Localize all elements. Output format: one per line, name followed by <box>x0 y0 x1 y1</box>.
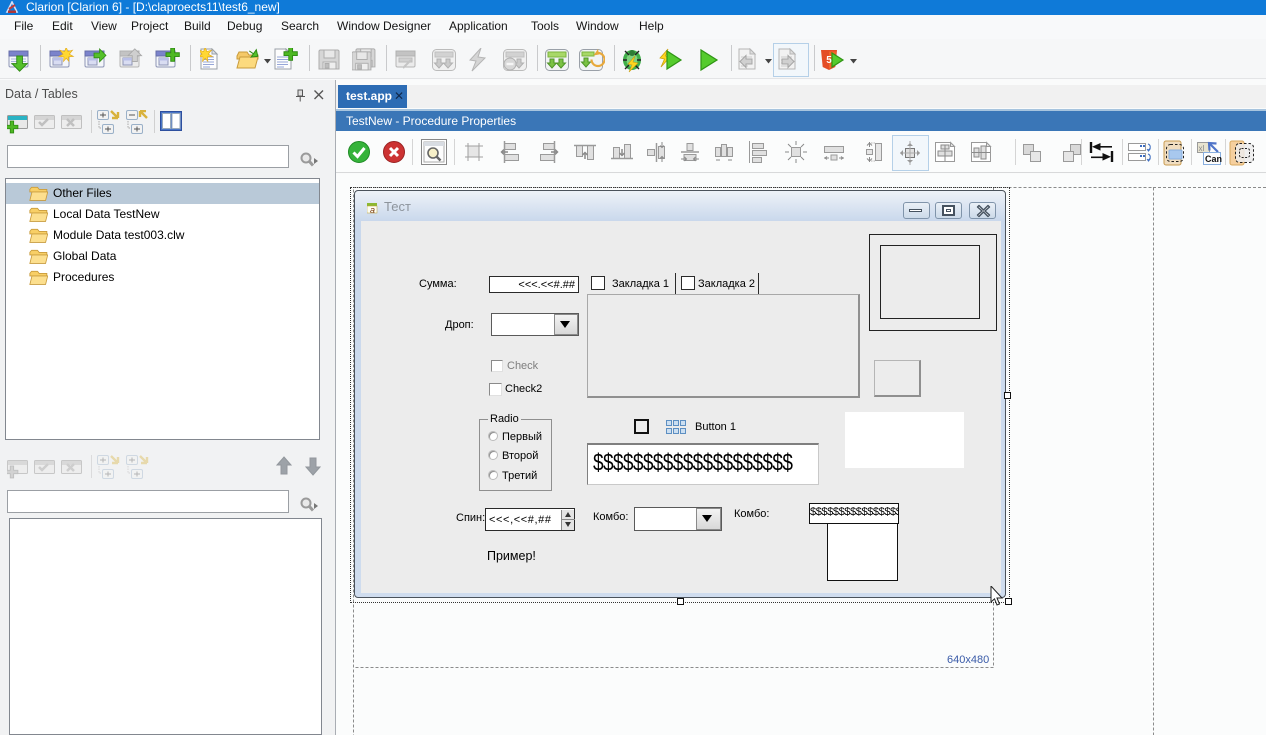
svg-text:Can: Can <box>1205 154 1222 164</box>
svg-text:xl: xl <box>1199 144 1205 153</box>
svg-text:a: a <box>370 205 375 214</box>
